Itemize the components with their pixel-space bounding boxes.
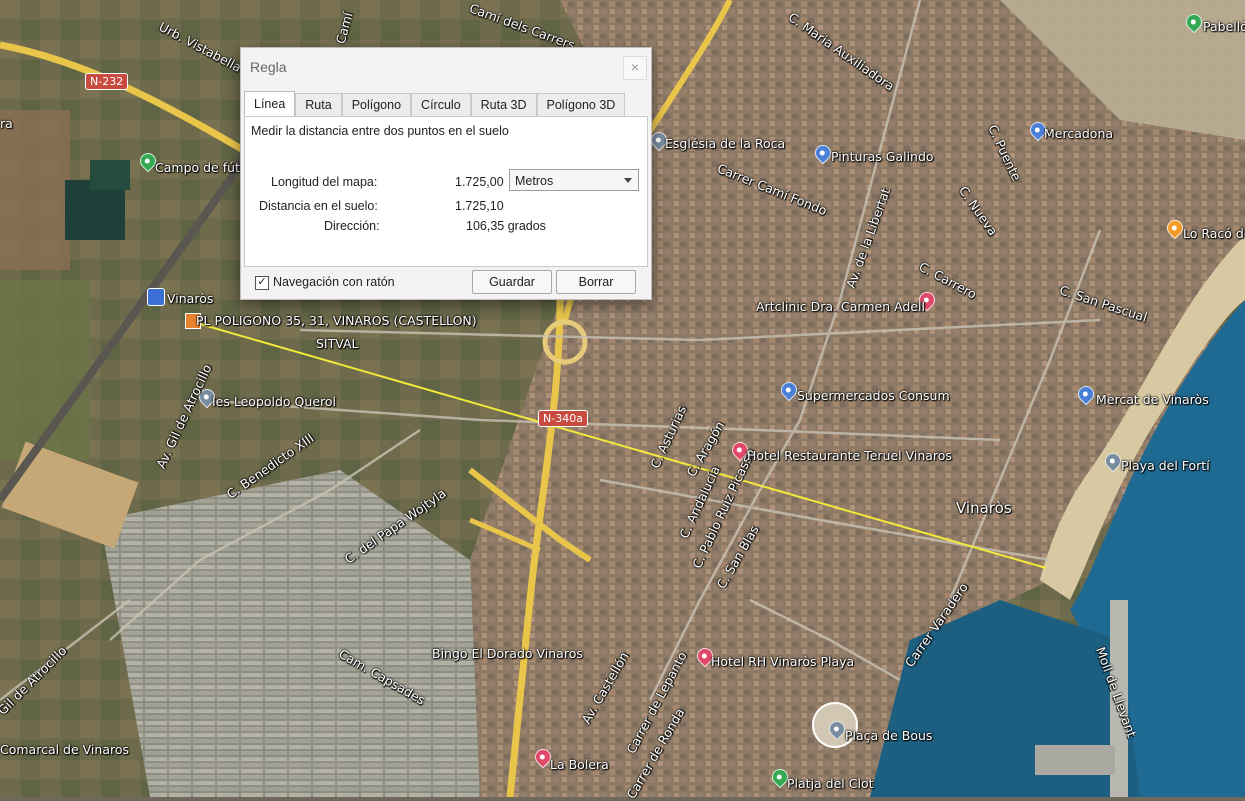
- heading-label: Dirección:: [324, 219, 380, 233]
- clear-button[interactable]: Borrar: [556, 270, 636, 294]
- poi-label: Playa del Fortí: [1121, 458, 1210, 473]
- road-shield: N-232: [85, 73, 129, 90]
- poi-label: Mercat de Vinaròs: [1096, 392, 1209, 407]
- tab-bar: Línea Ruta Polígono Círculo Ruta 3D Polí…: [244, 91, 626, 117]
- poi-label: Ies Leopoldo Querol: [212, 394, 336, 409]
- description-text: Medir la distancia entre dos puntos en e…: [251, 124, 509, 138]
- ground-distance-label: Distancia en el suelo:: [259, 199, 378, 213]
- ruler-dialog: Regla × Línea Ruta Polígono Círculo Ruta…: [240, 47, 652, 300]
- poi-label: Mercadona: [1044, 126, 1114, 141]
- place-label: PL POLIGONO 35, 31, VINAROS (CASTELLON): [196, 313, 477, 328]
- poi-label: Platja del Clot: [787, 776, 874, 791]
- save-button[interactable]: Guardar: [472, 270, 552, 294]
- chevron-down-icon: [624, 178, 632, 183]
- heading-value: 106,35 grados: [466, 219, 546, 233]
- poi-label: Hotel RH Vinaròs Playa: [711, 654, 855, 669]
- place-label: SITVAL: [316, 336, 359, 351]
- poi-label: Plaça de Bous: [845, 728, 933, 743]
- tab-ruta[interactable]: Ruta: [295, 93, 342, 116]
- poi-label: Hotel Restaurante Teruel Vinaros: [747, 448, 952, 463]
- ground-distance-value: 1.725,10: [455, 199, 504, 213]
- poi-label: Església de la Roca: [665, 136, 786, 151]
- poi-label: Artclinic Dra. Carmen Adell: [756, 299, 925, 314]
- dialog-title: Regla: [250, 59, 287, 75]
- tab-linea[interactable]: Línea: [244, 91, 296, 117]
- train-station-icon[interactable]: [147, 288, 165, 306]
- road-shield: N-340a: [538, 410, 588, 427]
- poi-label: Supermercados Consum: [797, 388, 950, 403]
- map-length-label: Longitud del mapa:: [271, 175, 378, 189]
- mouse-navigation-checkbox[interactable]: ✓: [255, 276, 269, 290]
- unit-select[interactable]: Metros: [509, 169, 639, 191]
- poi-label: Bingo El Dorado Vinaros: [432, 646, 583, 661]
- close-icon[interactable]: ×: [623, 56, 647, 80]
- tab-circulo[interactable]: Círculo: [411, 93, 471, 116]
- tab-poligono-3d[interactable]: Polígono 3D: [536, 93, 626, 116]
- tab-poligono[interactable]: Polígono: [341, 93, 412, 116]
- poi-label: Pinturas Galindo: [831, 149, 934, 164]
- poi-label: Pabellón: [1203, 19, 1245, 34]
- poi-label: Vinaròs: [167, 291, 214, 306]
- poi-label: La Bolera: [550, 757, 609, 772]
- mouse-navigation-label: Navegación con ratón: [273, 275, 395, 289]
- poi-label: Lo Racó de: [1183, 226, 1245, 241]
- map-length-value: 1.725,00: [455, 175, 504, 189]
- unit-select-value: Metros: [515, 174, 554, 188]
- measure-panel: Medir la distancia entre dos puntos en e…: [244, 116, 648, 267]
- street-label: Comarcal de Vinaros: [0, 742, 130, 757]
- town-label: Vinaròs: [956, 499, 1012, 517]
- street-label: ra: [0, 116, 13, 131]
- tab-ruta-3d[interactable]: Ruta 3D: [470, 93, 537, 116]
